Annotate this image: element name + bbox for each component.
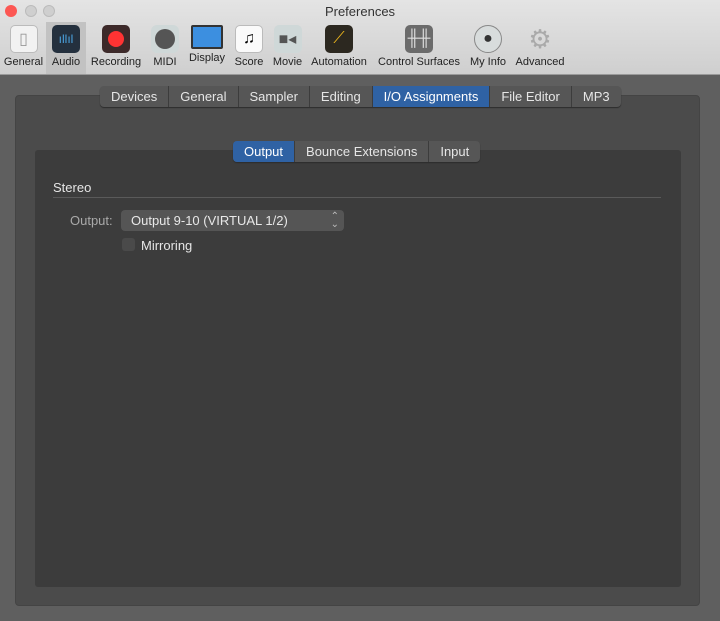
toolbar-label: General — [3, 56, 44, 68]
tab-mp3[interactable]: MP3 — [572, 86, 621, 107]
toolbar-score[interactable]: ♫ Score — [233, 22, 265, 74]
section-title: Stereo — [53, 180, 92, 195]
toolbar-label: MIDI — [153, 56, 177, 68]
toolbar-label: Movie — [272, 56, 303, 68]
tab-bar: Devices General Sampler Editing I/O Assi… — [100, 86, 621, 107]
tab-devices[interactable]: Devices — [100, 86, 170, 107]
music-note-icon: ♫ — [235, 25, 263, 53]
subtab-output[interactable]: Output — [233, 141, 296, 162]
window-title: Preferences — [324, 4, 396, 19]
toolbar-label: Audio — [51, 56, 81, 68]
toolbar-movie[interactable]: ■◂ Movie — [271, 22, 304, 74]
video-camera-icon: ■◂ — [273, 25, 302, 53]
output-select[interactable]: Output 9-10 (VIRTUAL 1/2) ⌃ ⌄ — [121, 210, 344, 231]
toolbar-display[interactable]: Display — [187, 22, 227, 74]
toolbar-label: My Info — [469, 56, 507, 68]
divider — [53, 197, 661, 198]
toolbar-control-surfaces[interactable]: ╫╫ Control Surfaces — [375, 22, 463, 74]
toolbar-recording[interactable]: Recording — [89, 22, 143, 74]
output-value: Output 9-10 (VIRTUAL 1/2) — [131, 213, 288, 228]
toolbar-label: Display — [188, 52, 226, 64]
toolbar-automation[interactable]: ⟋ Automation — [309, 22, 369, 74]
faders-icon: ╫╫ — [405, 25, 433, 53]
tab-general[interactable]: General — [169, 86, 239, 107]
toolbar-my-info[interactable]: ● My Info — [468, 22, 508, 74]
automation-icon: ⟋ — [325, 25, 353, 53]
toolbar-label: Control Surfaces — [378, 56, 460, 68]
record-icon — [102, 25, 130, 53]
tab-file-editor[interactable]: File Editor — [490, 86, 572, 107]
mirroring-label: Mirroring — [141, 238, 193, 253]
toolbar-label: Score — [234, 56, 264, 68]
tab-sampler[interactable]: Sampler — [239, 86, 310, 107]
user-icon: ● — [474, 25, 502, 53]
subtab-bounce-extensions[interactable]: Bounce Extensions — [295, 141, 430, 162]
toolbar-midi[interactable]: MIDI — [150, 22, 180, 74]
gear-icon: ⚙ — [528, 23, 552, 54]
toolbar-general[interactable]: ▯ General — [2, 22, 45, 74]
toolbar-audio[interactable]: ıllıl Audio — [46, 22, 86, 74]
waveform-icon: ıllıl — [52, 25, 80, 53]
toolbar-label: Automation — [311, 56, 367, 68]
toolbar-label: Advanced — [515, 56, 565, 68]
subtab-input[interactable]: Input — [429, 141, 480, 162]
title-bar: Preferences ▯ General ıllıl Audio Recordin… — [0, 0, 720, 75]
output-label: Output: — [70, 213, 113, 228]
monitor-icon — [191, 25, 223, 49]
tab-io-assignments[interactable]: I/O Assignments — [372, 86, 491, 107]
mirroring-checkbox[interactable] — [122, 238, 135, 251]
chevron-updown-icon: ⌃ ⌄ — [330, 211, 339, 230]
toolbar-label: Recording — [90, 56, 142, 68]
toolbar-advanced[interactable]: ⚙ Advanced — [514, 22, 566, 74]
tab-editing[interactable]: Editing — [310, 86, 373, 107]
switch-icon: ▯ — [9, 25, 38, 53]
subtab-bar: Output Bounce Extensions Input — [233, 141, 481, 162]
midi-connector-icon — [151, 25, 179, 53]
